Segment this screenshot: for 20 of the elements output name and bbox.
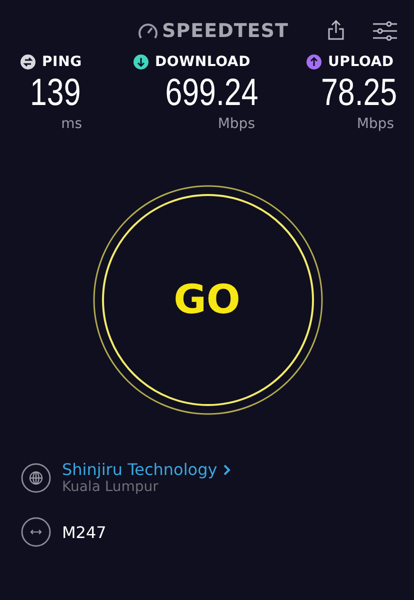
metric-unit: Mbps <box>218 116 255 132</box>
go-button[interactable]: GO <box>170 277 244 323</box>
metric-value: 78.25 <box>320 71 397 116</box>
gauge-icon <box>138 22 158 40</box>
share-icon[interactable] <box>328 20 344 40</box>
isp-name: M247 <box>62 522 106 542</box>
metric-unit: Mbps <box>356 116 394 132</box>
chevron-icon <box>223 464 232 476</box>
metric-value: 139 <box>30 71 81 116</box>
connection-icon <box>21 517 51 547</box>
metric-label: PING <box>42 54 82 70</box>
metric-value: 699.24 <box>165 71 258 116</box>
metric-label: UPLOAD <box>328 54 394 70</box>
globe-icon <box>21 462 51 492</box>
app-logo: SPEEDTEST <box>162 20 288 42</box>
server-link[interactable]: Shinjiru Technology <box>62 460 232 479</box>
metric-unit: ms <box>61 116 82 132</box>
metric-label: DOWNLOAD <box>155 54 250 70</box>
settings-icon[interactable] <box>372 21 398 41</box>
server-location: Kuala Lumpur <box>62 479 160 495</box>
